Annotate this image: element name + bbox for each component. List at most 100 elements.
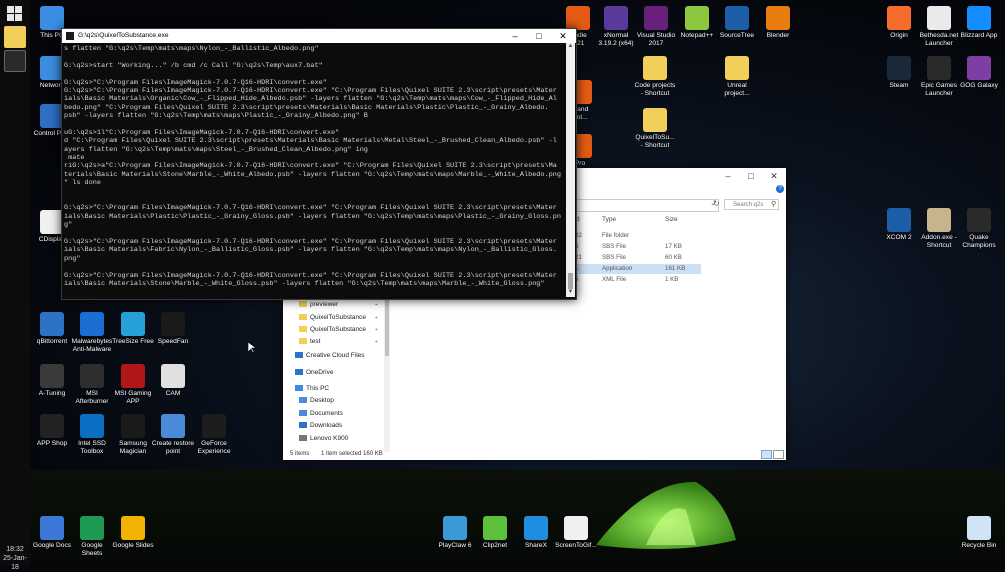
nav-scrollbar[interactable] [384, 286, 390, 452]
folder-icon [299, 301, 307, 307]
desktop-icon-unreal-project[interactable]: Unreal project... [709, 56, 765, 98]
console-line: ials\Basic Materials\Stone\Marble_-_Whit… [64, 280, 564, 288]
unreal-project-icon [725, 56, 749, 80]
houdini-indie-icon [566, 6, 590, 30]
address-bar[interactable]: ⌄ [575, 199, 719, 212]
column-header-type[interactable]: Type [602, 216, 616, 223]
app-shop-icon [40, 414, 64, 438]
epic-games-icon [927, 56, 951, 80]
desktop-icon-label: Code projects - Shortcut [627, 82, 683, 98]
cloud-icon [295, 352, 303, 358]
nav-item[interactable]: Desktop [299, 396, 334, 406]
playclaw-icon [443, 516, 467, 540]
console-taskbar-icon[interactable] [4, 50, 26, 72]
this-pc-icon [40, 6, 64, 30]
console-line [64, 70, 564, 78]
desktop-icon-cam[interactable]: CAM [145, 364, 201, 398]
console-title: G:\q2s\QuixelToSubstance.exe [78, 29, 169, 43]
console-line: mate [64, 154, 564, 162]
nav-item-label: QuixelToSubstance [310, 314, 366, 321]
nav-item[interactable]: This PC [295, 384, 329, 394]
console-line: G:\q2s>"C:\Program Files\ImageMagick-7.0… [64, 272, 564, 280]
desktop-icon-label: Quake Champions [951, 234, 1005, 250]
desktop-icon-gog-galaxy[interactable]: GOG Galaxy [951, 56, 1005, 90]
console-window[interactable]: G:\q2s\QuixelToSubstance.exe – □ ✕ s fla… [61, 28, 577, 300]
desktop-icon-screentogif[interactable]: ScreenToGif... [548, 516, 604, 550]
pin-icon: ⌖ [375, 302, 378, 308]
refresh-icon[interactable]: ↻ [713, 199, 720, 208]
file-row[interactable]: 21SBS File60 KB [567, 253, 701, 263]
console-titlebar[interactable]: G:\q2s\QuixelToSubstance.exe – □ ✕ [62, 29, 576, 43]
minimize-button[interactable]: – [721, 170, 735, 182]
nav-item[interactable]: Downloads [299, 421, 342, 431]
start-button[interactable] [7, 6, 23, 22]
desktop-icon-blizzard[interactable]: Blizzard App [951, 6, 1005, 40]
desktop-icon-google-slides[interactable]: Google Slides [105, 516, 161, 550]
folder-icon [299, 314, 307, 320]
console-output[interactable]: s flatten "G:\q2s\Temp\mats\maps\Nylon_-… [64, 45, 564, 297]
console-line [64, 288, 564, 296]
console-app-icon [66, 32, 74, 40]
file-row[interactable]: 6SBS File17 KB [567, 242, 701, 252]
console-line: uG:\q2s>1l"C:\Program Files\ImageMagick-… [64, 129, 564, 137]
console-scrollbar-thumb[interactable] [568, 273, 573, 289]
console-line: ials\Basic Materials\Organic\Cow_-_Flipp… [64, 95, 564, 103]
file-row[interactable]: 32File folder [567, 231, 701, 241]
intel-ssd-toolbox-icon [80, 414, 104, 438]
close-button[interactable]: ✕ [552, 29, 574, 43]
desktop-icon-speedfan[interactable]: SpeedFan [145, 312, 201, 346]
console-line: g" [64, 221, 564, 229]
nav-item[interactable]: test [299, 337, 320, 347]
close-button[interactable]: ✕ [767, 170, 781, 182]
maximize-button[interactable]: □ [744, 170, 758, 182]
folder-icon [299, 326, 307, 332]
nav-item[interactable]: Documents [299, 409, 343, 419]
desktop-icon-quake-champions[interactable]: Quake Champions [951, 208, 1005, 250]
console-line: ials\Basic Materials\Fabric\Nylon_-_Ball… [64, 246, 564, 254]
console-line: ayers flatten "G:\q2s\Temp\mats\maps\Ste… [64, 146, 564, 154]
status-selection: 1 item selected 160 KB [321, 448, 383, 460]
folder-blue-icon [299, 397, 307, 403]
file-size: 17 KB [665, 243, 682, 250]
nav-item[interactable]: QuixelToSubstance [299, 325, 366, 335]
large-icons-view-icon[interactable] [773, 450, 784, 459]
console-line [64, 263, 564, 271]
details-view-icon[interactable] [761, 450, 772, 459]
file-explorer-taskbar-icon[interactable] [4, 26, 26, 48]
console-line: riG:\q2s>a"C:\Program Files\ImageMagick-… [64, 162, 564, 170]
desktop-icon-quixeltosub-shortcut[interactable]: QuixelToSu... - Shortcut [627, 108, 683, 150]
recycle-bin-icon [967, 516, 991, 540]
desktop-icon-recycle-bin[interactable]: Recycle Bin [951, 516, 1005, 550]
visual-studio-icon [644, 6, 668, 30]
scroll-up-icon[interactable]: ▲ [566, 43, 575, 49]
help-icon[interactable]: ? [776, 185, 784, 193]
console-line: G:\q2s>"C:\Program Files\ImageMagick-7.0… [64, 204, 564, 212]
nav-item[interactable]: Lenovo K900 [299, 434, 348, 444]
google-slides-icon [121, 516, 145, 540]
desktop-icon-label: CAM [145, 390, 201, 398]
desktop-icon-blender[interactable]: Blender [750, 6, 806, 40]
desktop-icon-label: GOG Galaxy [951, 82, 1005, 90]
console-line: G:\q2s>"C:\Program Files\ImageMagick-7.0… [64, 79, 564, 87]
nav-item[interactable]: Creative Cloud Files [295, 351, 365, 361]
console-line [64, 53, 564, 61]
xcom2-icon [887, 208, 911, 232]
nav-item-label: previewer [310, 301, 338, 308]
maximize-button[interactable]: □ [528, 29, 550, 43]
wallpaper-tent [586, 470, 746, 560]
scroll-down-icon[interactable]: ▼ [566, 289, 575, 295]
file-row[interactable]: 1Application161 KB [567, 264, 701, 274]
console-scrollbar[interactable]: ▲ ▼ [566, 43, 575, 297]
nav-item[interactable]: OneDrive [295, 368, 333, 378]
desktop-icon-code-projects[interactable]: Code projects - Shortcut [627, 56, 683, 98]
minimize-button[interactable]: – [504, 29, 526, 43]
file-size: 1 KB [665, 276, 678, 283]
google-docs-icon [40, 516, 64, 540]
nav-item[interactable]: previewer [299, 300, 338, 310]
file-row[interactable]: 5XML File1 KB [567, 275, 701, 285]
nav-item[interactable]: QuixelToSubstance [299, 313, 366, 323]
file-type: Application [602, 265, 632, 272]
code-projects-icon [643, 56, 667, 80]
column-header-size[interactable]: Size [665, 216, 678, 223]
desktop-icon-geforce-experience[interactable]: GeForce Experience [186, 414, 242, 456]
